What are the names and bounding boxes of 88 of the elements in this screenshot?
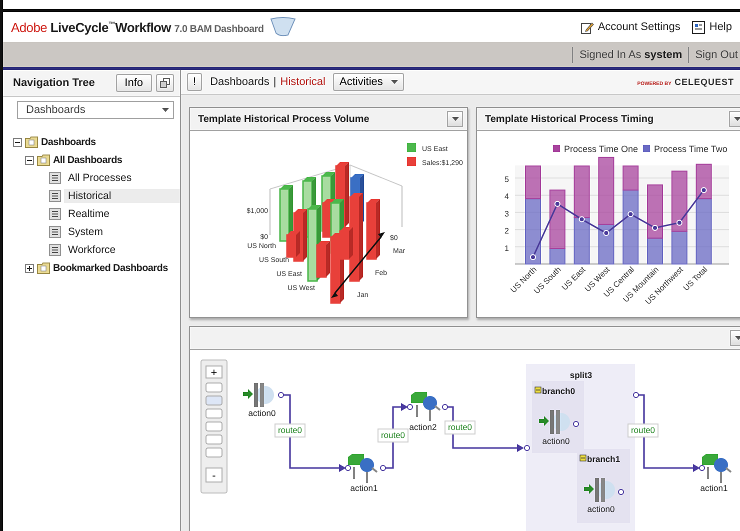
axis-arrow: [331, 232, 385, 298]
info-button[interactable]: Info: [116, 74, 152, 92]
y-tick-label: 4: [504, 192, 509, 202]
edit-icon: [580, 20, 594, 34]
route-label: route0: [444, 420, 476, 434]
alert-button[interactable]: !: [187, 73, 202, 91]
list-icon: [49, 226, 61, 238]
route-label: route0: [628, 424, 658, 438]
caret-icon: [390, 80, 398, 84]
sidebar-title: Navigation Tree: [13, 77, 96, 89]
route-label: route0: [274, 424, 306, 438]
popout-button[interactable]: [156, 74, 174, 92]
data-point: [554, 200, 560, 207]
branch-label: branch1: [587, 454, 620, 464]
caret-icon: [162, 108, 169, 112]
node-label: action1: [700, 483, 728, 493]
expand-icon[interactable]: [25, 264, 34, 272]
tree-item[interactable]: Historical: [64, 189, 180, 203]
data-point: [628, 211, 634, 218]
node-label: action0: [587, 504, 615, 514]
help-link[interactable]: Help: [692, 20, 732, 34]
list-icon: [49, 190, 61, 202]
window-icon: [160, 78, 170, 88]
caret-icon: [452, 117, 458, 121]
help-book-icon: [692, 20, 706, 34]
data-point: [676, 220, 682, 226]
query-icon: [348, 454, 378, 483]
folder-icon: [37, 154, 50, 166]
zoom-out-label: -: [212, 470, 216, 482]
y-tick-label: 1: [504, 244, 509, 253]
query-icon: [411, 392, 441, 421]
y-tick-label: 5: [504, 175, 509, 184]
folder-icon: [37, 262, 50, 274]
panel-menu-button[interactable]: [447, 111, 463, 127]
tree-item[interactable]: Realtime: [64, 207, 180, 221]
split-label: split3: [570, 370, 592, 380]
bar: [574, 166, 590, 218]
node-label: action1: [350, 483, 378, 493]
pillar-icon: [243, 383, 274, 407]
activities-dropdown[interactable]: Activities: [333, 73, 404, 91]
list-icon: [49, 244, 61, 256]
tree-item[interactable]: Workforce: [64, 243, 180, 257]
zoom-in-label: +: [210, 367, 218, 379]
zoom-thumb[interactable]: [206, 396, 222, 406]
breadcrumb-link[interactable]: Historical: [280, 76, 326, 88]
dashboard-dropdown[interactable]: Dashboards: [17, 101, 174, 119]
account-settings-link[interactable]: Account Settings: [580, 20, 680, 34]
y-tick-label: 3: [504, 209, 509, 218]
sign-out-link[interactable]: Sign Out: [695, 48, 738, 60]
data-point: [530, 254, 536, 260]
shield-logo-icon: [270, 17, 296, 37]
route-label: route0: [378, 428, 408, 442]
bar: [574, 217, 590, 264]
pillar-icon: [584, 478, 624, 502]
data-point: [700, 187, 707, 194]
panel-title: Template Historical Process Volume: [198, 114, 370, 124]
tree-item[interactable]: System: [64, 225, 180, 239]
list-icon: [49, 172, 61, 184]
tree-item[interactable]: All Processes: [64, 171, 180, 185]
tree-folder[interactable]: Bookmarked Dashboards: [53, 262, 168, 274]
breadcrumb-separator: |: [273, 76, 276, 88]
node-label: action0: [542, 436, 570, 446]
collapse-icon[interactable]: [25, 156, 34, 164]
signed-in-label: Signed In As system: [579, 48, 682, 60]
y-tick-label: 2: [504, 226, 509, 236]
query-icon: [702, 454, 732, 483]
caret-icon: [734, 336, 740, 340]
node-label: action0: [248, 408, 276, 418]
legend-label: Process Time Two: [654, 144, 728, 154]
panel-title: Template Historical Process Timing: [485, 114, 654, 124]
tree-folder[interactable]: Dashboards: [41, 136, 96, 148]
folder-icon: [25, 136, 38, 148]
data-point: [578, 216, 585, 222]
data-point: [652, 224, 658, 231]
branch-label: branch0: [542, 386, 576, 396]
collapse-icon[interactable]: [13, 138, 22, 146]
data-point: [603, 230, 610, 236]
list-icon: [49, 208, 61, 220]
zoom-in-button[interactable]: [206, 366, 222, 378]
legend-label: Process Time One: [564, 144, 638, 154]
collapse-icon[interactable]: [534, 386, 542, 394]
pillar-icon: [539, 410, 579, 434]
tree-folder[interactable]: All Dashboards: [53, 154, 122, 166]
node-label: action2: [409, 422, 437, 432]
collapse-icon[interactable]: [580, 454, 586, 462]
breadcrumb-link[interactable]: Dashboards: [210, 76, 270, 88]
app-logo: Adobe LiveCycle$^{™}$Workflow 7.0 BAM Dashboard: [11, 20, 264, 34]
caret-icon: [734, 117, 740, 121]
